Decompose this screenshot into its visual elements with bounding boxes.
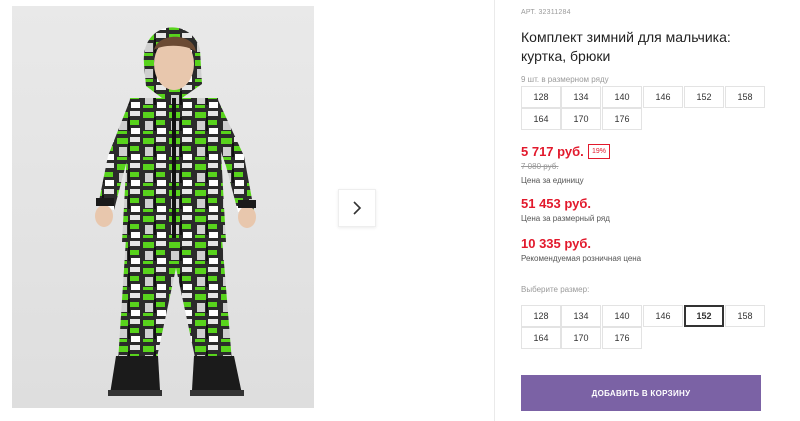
size-option-selected[interactable]: 152	[684, 305, 724, 327]
size-row-cell: 170	[561, 108, 601, 130]
size-row-cell: 164	[521, 108, 561, 130]
rrp-price: 10 335 руб.	[521, 236, 592, 251]
size-row-cell: 158	[725, 86, 765, 108]
panel-divider	[494, 0, 495, 421]
discount-badge: 19%	[588, 144, 611, 159]
row-price-label: Цена за размерный ряд	[521, 214, 610, 223]
size-option[interactable]: 176	[602, 327, 642, 349]
next-image-button[interactable]	[338, 189, 376, 227]
product-gallery	[0, 0, 494, 421]
size-option[interactable]: 158	[725, 305, 765, 327]
size-option[interactable]: 134	[561, 305, 601, 327]
size-row-cell: 140	[602, 86, 642, 108]
add-to-cart-button[interactable]: ДОБАВИТЬ В КОРЗИНУ	[521, 375, 761, 411]
size-option[interactable]: 164	[521, 327, 561, 349]
product-photo-illustration	[95, 27, 256, 396]
size-row-cell: 152	[684, 86, 724, 108]
product-photo[interactable]	[12, 6, 314, 408]
size-row-cell: 146	[643, 86, 683, 108]
product-sku: АРТ. 32311284	[521, 9, 571, 16]
sku-label: АРТ.	[521, 9, 537, 16]
choose-size-label: Выберите размер:	[521, 285, 590, 294]
unit-price: 5 717 руб.	[521, 144, 584, 159]
size-option[interactable]: 146	[643, 305, 683, 327]
size-row-cell: 128	[521, 86, 561, 108]
chevron-right-icon	[353, 201, 362, 215]
size-row-count: 9 шт. в размерном ряду	[521, 75, 609, 84]
sku-value: 32311284	[538, 9, 571, 16]
old-price: 7 080 руб.	[521, 162, 559, 171]
unit-price-label: Цена за единицу	[521, 176, 584, 185]
size-option[interactable]: 170	[561, 327, 601, 349]
size-row-cell: 176	[602, 108, 642, 130]
row-price: 51 453 руб.	[521, 196, 592, 211]
size-option[interactable]: 128	[521, 305, 561, 327]
rrp-price-label: Рекомендуемая розничная цена	[521, 254, 642, 263]
size-option[interactable]: 140	[602, 305, 642, 327]
size-row-cell: 134	[561, 86, 601, 108]
product-title: Комплект зимний для мальчика: куртка, бр…	[521, 29, 731, 64]
